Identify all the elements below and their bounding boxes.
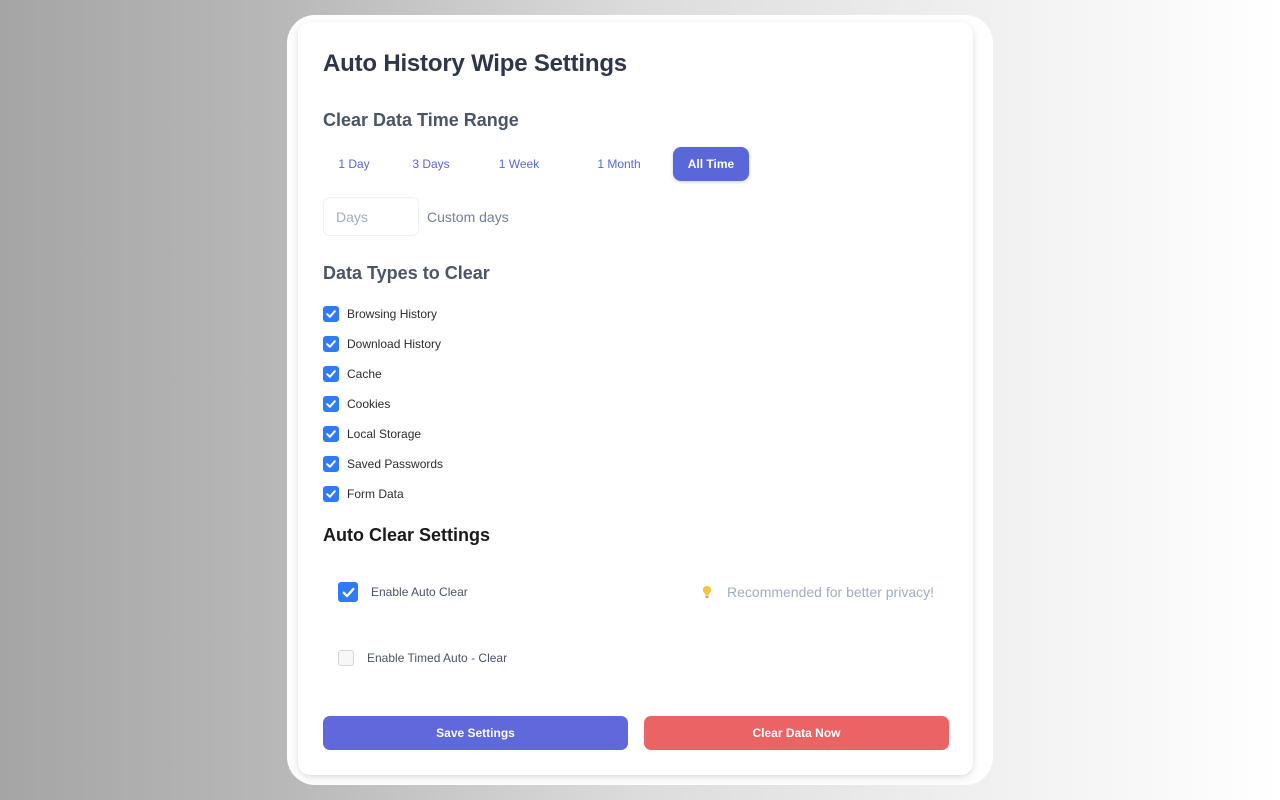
custom-days-input[interactable] [323, 197, 419, 236]
save-settings-button[interactable]: Save Settings [323, 716, 628, 750]
data-type-label: Download History [347, 337, 442, 351]
data-type-label: Form Data [347, 487, 404, 501]
checkmark-icon [342, 587, 354, 597]
checkbox-checked[interactable] [323, 306, 339, 322]
clear-data-now-button[interactable]: Clear Data Now [644, 716, 949, 750]
privacy-tip-text: Recommended for better privacy! [727, 584, 934, 600]
lightbulb-icon [702, 586, 712, 599]
auto-clear-heading: Auto Clear Settings [323, 525, 491, 545]
checkbox-checked[interactable] [323, 426, 339, 442]
checkmark-icon [326, 400, 336, 408]
data-type-label: Cookies [347, 397, 391, 411]
range-option-3-days[interactable]: 3 Days [385, 147, 477, 181]
time-range-options: 1 Day 3 Days 1 Week 1 Month All Time [323, 147, 749, 181]
checkbox-checked[interactable] [323, 366, 339, 382]
action-buttons: Save Settings Clear Data Now [323, 716, 949, 750]
data-type-saved-passwords[interactable]: Saved Passwords [323, 449, 443, 479]
data-type-label: Browsing History [347, 307, 438, 321]
data-type-label: Local Storage [347, 427, 422, 441]
range-option-all-time[interactable]: All Time [673, 147, 749, 181]
data-type-download-history[interactable]: Download History [323, 329, 443, 359]
enable-auto-clear-row: Enable Auto Clear Recommended for better… [338, 580, 934, 604]
range-option-1-month[interactable]: 1 Month [569, 147, 669, 181]
checkbox-checked[interactable] [323, 336, 339, 352]
checkmark-icon [326, 460, 336, 468]
privacy-tip: Recommended for better privacy! [701, 584, 934, 600]
data-type-label: Saved Passwords [347, 457, 444, 471]
page-title: Auto History Wipe Settings [323, 50, 627, 77]
data-types-heading: Data Types to Clear [323, 263, 490, 283]
checkbox-checked[interactable] [323, 486, 339, 502]
custom-days-label: Custom days [427, 208, 509, 225]
enable-timed-clear-checkbox[interactable] [338, 650, 354, 666]
enable-auto-clear-checkbox[interactable] [338, 582, 358, 602]
checkbox-checked[interactable] [323, 456, 339, 472]
settings-card: Auto History Wipe Settings Clear Data Ti… [298, 22, 973, 775]
checkmark-icon [326, 370, 336, 378]
data-type-browsing-history[interactable]: Browsing History [323, 299, 443, 329]
enable-timed-clear-label: Enable Timed Auto - Clear [367, 651, 508, 665]
data-types-list: Browsing History Download History Cache … [323, 299, 443, 509]
custom-days-row: Custom days [323, 197, 509, 236]
range-option-1-day[interactable]: 1 Day [323, 147, 385, 181]
enable-timed-clear-row: Enable Timed Auto - Clear [338, 650, 507, 666]
checkbox-checked[interactable] [323, 396, 339, 412]
data-type-form-data[interactable]: Form Data [323, 479, 443, 509]
data-type-cache[interactable]: Cache [323, 359, 443, 389]
time-range-heading: Clear Data Time Range [323, 110, 519, 130]
data-type-local-storage[interactable]: Local Storage [323, 419, 443, 449]
checkmark-icon [326, 340, 336, 348]
checkmark-icon [326, 430, 336, 438]
data-type-cookies[interactable]: Cookies [323, 389, 443, 419]
data-type-label: Cache [347, 367, 382, 381]
range-option-1-week[interactable]: 1 Week [483, 147, 555, 181]
checkmark-icon [326, 310, 336, 318]
enable-auto-clear-label: Enable Auto Clear [371, 585, 468, 599]
checkmark-icon [326, 490, 336, 498]
